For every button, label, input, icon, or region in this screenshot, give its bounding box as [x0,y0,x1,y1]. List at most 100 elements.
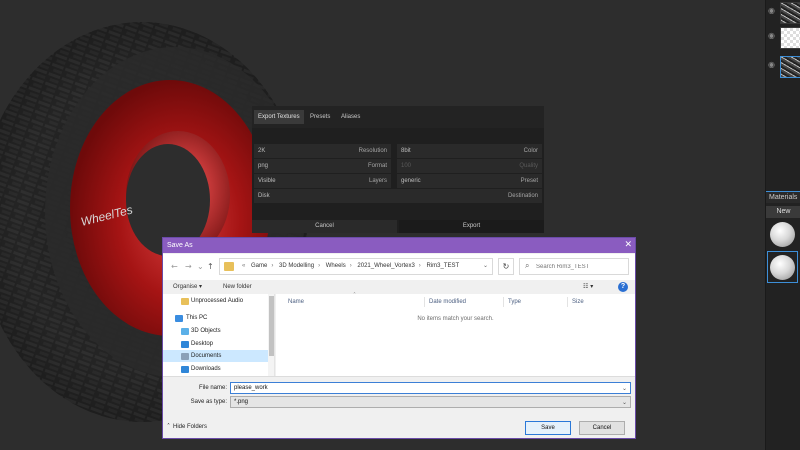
nav-item-label: 3D Objects [191,328,221,334]
back-arrow-icon[interactable]: ← [171,262,178,272]
organise-button[interactable]: Organise ▾ [173,280,202,294]
column-header-type[interactable]: Type [508,297,521,307]
breadcrumb-item[interactable]: Rim3_TEST [426,263,459,269]
save-button[interactable]: Save [525,421,571,435]
hide-folders-label: Hide Folders [173,424,208,430]
chevron-down-icon[interactable]: ⌄ [622,383,627,394]
breadcrumb-item[interactable]: 2021_Wheel_Vortex3 [357,263,414,269]
recent-chevron-icon[interactable]: ⌄ [197,262,204,272]
pc-icon [175,315,183,322]
nav-item-unprocessed-audio[interactable]: Unprocessed Audio [163,295,268,307]
column-divider[interactable] [424,297,425,307]
save-type-label: Save as type: [190,399,227,405]
column-header-date[interactable]: Date modified [429,297,466,307]
save-as-dialog: Save As ✕ ← → ⌄ ↑ « Game › 3D Modelling › … [162,237,636,439]
quality-field: 100 Quality [397,159,542,173]
folder-icon [224,262,234,271]
save-type-select[interactable]: *.png ⌄ [230,396,631,408]
eye-icon[interactable]: ◉ [768,7,778,15]
nav-item-label: Desktop [191,341,214,347]
refresh-icon: ↻ [502,262,510,271]
file-name-value: please_work [234,385,268,391]
chevron-down-icon[interactable]: ⌄ [483,262,488,269]
up-arrow-icon[interactable]: ↑ [207,262,214,272]
material-ball[interactable] [770,255,795,280]
column-divider[interactable] [567,297,568,307]
desktop-icon [181,341,189,348]
layers-panel: ◉ ◉ ◉ Materials New [765,0,800,450]
scrollbar-thumb[interactable] [269,296,274,356]
nav-item-documents[interactable]: Documents [163,350,268,362]
nav-item-label: Documents [191,353,222,359]
cancel-button[interactable]: Cancel [579,421,625,435]
folder-icon [181,298,189,305]
tab-presets[interactable]: Presets [306,110,334,124]
nav-item-label: Unprocessed Audio [191,298,244,304]
layer-row[interactable]: ◉ [766,1,800,25]
nav-item-downloads[interactable]: Downloads [163,363,268,375]
export-cancel-button[interactable]: Cancel [252,220,397,233]
nav-item-this-pc[interactable]: This PC [163,312,268,324]
preset-select[interactable]: generic Preset [397,174,542,188]
export-tabs: Export Textures Presets Aliases [252,106,544,128]
nav-item-label: Downloads [191,366,221,372]
navigation-pane: Unprocessed Audio This PC 3D Objects Des… [163,294,275,376]
layer-thumbnail [780,56,800,78]
eye-icon[interactable]: ◉ [768,61,778,69]
file-list-pane[interactable]: ˄ Name Date modified Type Size No items … [276,292,635,376]
layer-thumbnail [780,2,800,24]
downloads-icon [181,366,189,373]
destination-select[interactable]: Disk Destination [254,189,542,203]
nav-scrollbar[interactable] [268,294,274,376]
nav-item-3d-objects[interactable]: 3D Objects [163,325,268,337]
view-options-icon[interactable]: ☷ ▾ [583,280,593,294]
hide-folders-toggle[interactable]: ˄ Hide Folders [167,421,207,433]
new-folder-button[interactable]: New folder [223,280,252,294]
breadcrumb-item[interactable]: Wheels [326,263,346,269]
refresh-button[interactable]: ↻ [498,258,514,275]
breadcrumb-item[interactable]: Game [251,263,267,269]
layer-row-selected[interactable]: ◉ [766,55,800,79]
column-header-size[interactable]: Size [572,297,584,307]
save-type-value: *.png [234,399,249,405]
new-material-button[interactable]: New [766,206,800,218]
color-depth-select[interactable]: 8bit Color [397,144,542,158]
close-icon[interactable]: ✕ [624,239,632,251]
tab-aliases[interactable]: Aliases [337,110,364,124]
address-bar-row: ← → ⌄ ↑ « Game › 3D Modelling › Wheels › 20… [163,254,635,280]
search-icon: ⌕ [525,261,530,270]
sort-arrow-icon: ˄ [353,292,356,299]
tab-export-textures[interactable]: Export Textures [254,110,304,124]
layer-thumbnail [780,27,800,49]
cube-icon [181,328,189,335]
nav-item-label: This PC [186,315,208,321]
eye-icon[interactable]: ◉ [768,32,778,40]
help-icon[interactable]: ? [618,282,628,292]
documents-icon [181,353,189,360]
empty-message: No items match your search. [417,316,494,322]
save-options: File name: please_work ⌄ Save as type: *… [163,376,635,438]
address-bar[interactable]: « Game › 3D Modelling › Wheels › 2021_Wheel… [219,258,493,275]
column-divider[interactable] [503,297,504,307]
search-box[interactable]: ⌕ [519,258,629,275]
dialog-title-bar[interactable]: Save As ✕ [163,238,635,253]
file-name-input[interactable]: please_work ⌄ [230,382,631,394]
forward-arrow-icon[interactable]: → [185,262,192,272]
material-ball[interactable] [770,222,795,247]
file-name-label: File name: [198,385,227,391]
column-header-name[interactable]: Name [288,297,304,307]
dialog-title: Save As [167,242,193,249]
format-select[interactable]: png Format [254,159,391,173]
search-input[interactable] [536,260,626,273]
layers-select[interactable]: Visible Layers [254,174,391,188]
materials-header[interactable]: Materials [766,191,800,203]
export-button[interactable]: Export [399,220,544,233]
breadcrumb-item[interactable]: 3D Modelling [279,263,314,269]
resolution-select[interactable]: 2K Resolution [254,144,391,158]
command-bar: Organise ▾ New folder ☷ ▾ ? [163,280,635,294]
breadcrumb: « Game › 3D Modelling › Wheels › 2021_Wheel… [242,263,460,269]
layer-row[interactable]: ◉ [766,26,800,50]
export-textures-panel: Export Textures Presets Aliases 2K Resolu… [252,106,544,233]
nav-item-desktop[interactable]: Desktop [163,338,268,350]
chevron-down-icon[interactable]: ⌄ [622,397,627,408]
